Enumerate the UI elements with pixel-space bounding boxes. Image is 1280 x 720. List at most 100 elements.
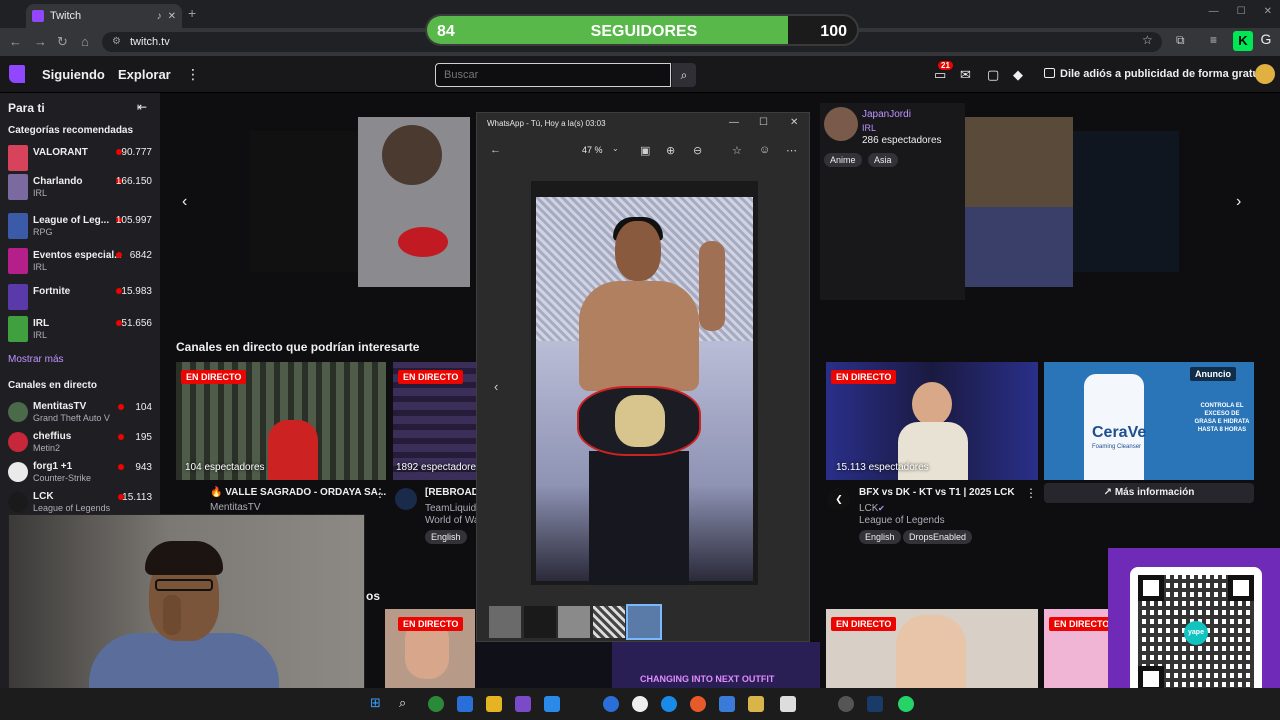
zoom-in-icon[interactable]: ⊕ <box>666 144 675 157</box>
kick-extension-icon[interactable]: K <box>1233 31 1253 51</box>
stream-options-icon[interactable]: ⋮ <box>1025 486 1037 500</box>
app-icon[interactable] <box>780 696 796 712</box>
sidebar-category-item[interactable]: Charlando IRL 166.150 <box>8 174 156 202</box>
maximize-icon[interactable]: ☐ <box>1237 6 1246 17</box>
whatsapp-icon[interactable] <box>898 696 914 712</box>
sidebar-category-item[interactable]: Fortnite 15.983 <box>8 284 156 312</box>
vscode-icon[interactable] <box>544 696 560 712</box>
start-icon[interactable]: ⊞ <box>370 695 381 711</box>
file-explorer-icon[interactable] <box>486 696 502 712</box>
home-icon[interactable]: ⌂ <box>81 34 89 49</box>
viewer-back-icon[interactable]: ← <box>490 144 501 156</box>
stream-channel[interactable]: LCK <box>859 503 878 514</box>
ad-more-info-button[interactable]: ↗ Más información <box>1044 483 1254 503</box>
stream-category[interactable]: World of Wa <box>425 515 479 526</box>
viewer-thumbnail[interactable] <box>593 606 625 638</box>
fit-to-window-icon[interactable]: ▣ <box>640 144 650 157</box>
sidebar-channel-item[interactable]: MentitasTV Grand Theft Auto V 104 <box>8 400 156 426</box>
channel-avatar[interactable] <box>395 488 417 510</box>
viewer-minimize-icon[interactable]: — <box>729 117 739 128</box>
extensions-icon[interactable]: ⧉ <box>1176 33 1185 48</box>
viewer-thumbnail[interactable] <box>524 606 556 638</box>
viewer-close-icon[interactable]: ✕ <box>790 117 798 128</box>
bookmark-star-icon[interactable]: ☆ <box>1142 33 1153 47</box>
new-tab-icon[interactable]: + <box>188 5 196 21</box>
visual-studio-icon[interactable] <box>515 696 531 712</box>
stream-title[interactable]: 🔥 VALLE SAGRADO - ORDAYA SA... <box>210 487 386 498</box>
browser-tab-twitch[interactable]: Twitch ♪ ✕ <box>26 4 182 28</box>
featured-category[interactable]: IRL <box>862 123 876 133</box>
minimize-icon[interactable]: — <box>1209 6 1219 17</box>
app-icon[interactable] <box>719 696 735 712</box>
viewer-maximize-icon[interactable]: ☐ <box>759 117 768 128</box>
stream-title[interactable]: BFX vs DK - KT vs T1 | 2025 LCK <box>859 487 1015 498</box>
featured-channel-avatar[interactable] <box>824 107 858 141</box>
sidebar-channel-item[interactable]: cheffius Metin2 195 <box>8 430 156 456</box>
app-icon[interactable] <box>748 696 764 712</box>
sidebar-category-item[interactable]: League of Leg... RPG 105.997 <box>8 213 156 241</box>
stream-channel[interactable]: TeamLiquid <box>425 503 476 514</box>
whispers-icon[interactable]: ✉ <box>960 67 971 83</box>
viewer-thumbnail-selected[interactable] <box>626 604 662 640</box>
emoji-icon[interactable]: ☺ <box>759 144 770 156</box>
forward-arrow-icon[interactable]: → <box>34 34 47 49</box>
nav-browse[interactable]: Explorar <box>118 67 171 82</box>
site-info-icon[interactable]: ⚙ <box>112 36 121 47</box>
sidebar-category-item[interactable]: IRL IRL 51.656 <box>8 316 156 344</box>
steam-icon[interactable] <box>867 696 883 712</box>
viewer-thumbnail[interactable] <box>558 606 590 638</box>
collapse-sidebar-icon[interactable]: ⇤ <box>137 100 147 114</box>
search-field[interactable] <box>435 63 671 87</box>
stream-options-icon[interactable]: ⋮ <box>374 486 386 500</box>
tab-close-icon[interactable]: ✕ <box>168 11 176 22</box>
tag-anime[interactable]: Anime <box>824 153 862 167</box>
sidebar-channel-item[interactable]: LCK League of Legends 15.113 <box>8 490 156 516</box>
show-more-link[interactable]: Mostrar más <box>8 354 64 365</box>
user-avatar[interactable] <box>1255 64 1275 84</box>
carousel-next-icon[interactable]: › <box>1236 193 1241 211</box>
chat-icon[interactable]: ▢ <box>987 67 999 83</box>
sidebar-category-item[interactable]: VALORANT 90.777 <box>8 145 156 173</box>
carousel-card[interactable] <box>965 117 1073 287</box>
stream-thumbnail[interactable] <box>476 642 616 688</box>
carousel-prev-icon[interactable]: ‹ <box>182 193 187 211</box>
more-options-icon[interactable]: ⋯ <box>786 144 797 157</box>
carousel-card[interactable] <box>250 131 360 272</box>
tag-english[interactable]: English <box>859 530 901 544</box>
stream-category[interactable]: League of Legends <box>859 515 945 526</box>
twitch-logo-icon[interactable] <box>9 65 25 83</box>
reload-icon[interactable]: ↻ <box>57 34 68 50</box>
carousel-card[interactable] <box>358 117 470 287</box>
app-icon[interactable] <box>838 696 854 712</box>
close-window-icon[interactable]: ✕ <box>1264 6 1272 17</box>
featured-channel-name[interactable]: JapanJordi <box>862 109 911 120</box>
zoom-out-icon[interactable]: ⊖ <box>693 144 702 157</box>
copilot-icon[interactable] <box>457 696 473 712</box>
app-icon[interactable] <box>690 696 706 712</box>
channel-avatar[interactable]: ❮ <box>828 488 850 510</box>
viewer-thumbnail[interactable] <box>489 606 521 638</box>
reading-list-icon[interactable]: ≡ <box>1210 33 1217 47</box>
star-icon[interactable]: ☆ <box>732 144 742 157</box>
viewer-prev-icon[interactable]: ‹ <box>494 379 498 394</box>
promo-ad-free[interactable]: Dile adiós a publicidad de forma gratuit… <box>1060 68 1272 80</box>
tab-audio-icon[interactable]: ♪ <box>157 11 162 22</box>
nav-following[interactable]: Siguiendo <box>42 67 105 82</box>
app-icon[interactable] <box>603 696 619 712</box>
tag-drops-enabled[interactable]: DropsEnabled <box>903 530 973 544</box>
zoom-dropdown-icon[interactable]: ⌄ <box>612 144 619 153</box>
carousel-card[interactable] <box>1073 131 1179 272</box>
chrome-icon[interactable] <box>428 696 444 712</box>
obs-icon[interactable] <box>632 696 648 712</box>
sidebar-channel-item[interactable]: forg1 +1 Counter-Strike 943 <box>8 460 156 486</box>
more-menu-icon[interactable]: ⋮ <box>186 66 200 83</box>
tag-english[interactable]: English <box>425 530 467 544</box>
back-arrow-icon[interactable]: ← <box>9 34 22 49</box>
bits-icon[interactable]: ◆ <box>1013 67 1023 83</box>
profile-avatar[interactable]: G <box>1258 31 1274 51</box>
stream-channel[interactable]: MentitasTV <box>210 502 261 513</box>
edge-icon[interactable] <box>661 696 677 712</box>
search-input[interactable] <box>436 64 670 86</box>
search-button[interactable]: ⌕ <box>672 63 696 87</box>
sidebar-category-item[interactable]: Eventos especial... IRL 6842 <box>8 248 156 276</box>
